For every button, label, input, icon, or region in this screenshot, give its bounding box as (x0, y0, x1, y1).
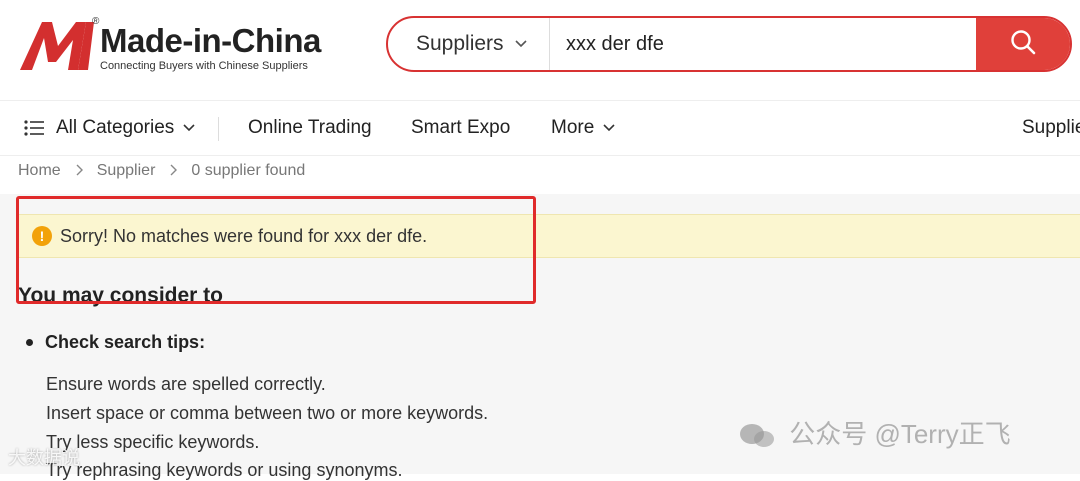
site-header: ® Made-in-China Connecting Buyers with C… (0, 0, 1080, 100)
search-tip: Insert space or comma between two or mor… (46, 403, 489, 423)
nav-all-categories-label: All Categories (56, 117, 175, 138)
bullet-icon (26, 339, 33, 346)
search-tip: Try rephrasing keywords or using synonym… (46, 460, 403, 480)
chevron-down-icon (182, 123, 196, 133)
breadcrumb-home[interactable]: Home (18, 162, 61, 180)
breadcrumb-supplier[interactable]: Supplier (97, 162, 156, 180)
search-tips-title: Check search tips: (26, 332, 205, 353)
search-bar: Suppliers (386, 16, 1072, 72)
main-nav: All Categories Online Trading Smart Expo… (0, 100, 1080, 156)
watermark-left-text: 大数据说 (8, 448, 80, 468)
site-logo[interactable]: ® Made-in-China Connecting Buyers with C… (18, 16, 328, 76)
breadcrumb: Home Supplier 0 supplier found (18, 160, 305, 182)
watermark-text: 公众号 @Terry正飞 (789, 419, 1011, 449)
nav-divider (218, 117, 219, 141)
chevron-down-icon (602, 123, 616, 133)
chevron-down-icon (514, 36, 528, 52)
wechat-icon (740, 424, 774, 448)
watermark-left: 大数据说 (8, 444, 80, 470)
search-type-label: Suppliers (416, 32, 504, 55)
nav-more[interactable]: More (551, 101, 616, 155)
nav-all-categories[interactable]: All Categories (24, 101, 196, 155)
nav-smart-expo[interactable]: Smart Expo (411, 101, 510, 155)
search-button[interactable] (976, 18, 1070, 70)
chevron-right-icon (169, 163, 178, 179)
search-input[interactable] (552, 18, 976, 70)
logo-registered-mark: ® (92, 16, 100, 27)
nav-online-trading[interactable]: Online Trading (248, 101, 372, 155)
nav-suppliers[interactable]: Supplie (1022, 101, 1080, 155)
search-tips-title-text: Check search tips: (45, 332, 206, 352)
chevron-right-icon (75, 163, 83, 179)
nav-more-label: More (551, 117, 595, 138)
search-type-select[interactable]: Suppliers (388, 18, 550, 70)
annotation-highlight-box (16, 196, 536, 304)
breadcrumb-current: 0 supplier found (191, 162, 306, 179)
search-icon (1009, 28, 1037, 61)
logo-name: Made-in-China (100, 22, 321, 59)
logo-tagline: Connecting Buyers with Chinese Suppliers (100, 60, 308, 72)
list-icon (24, 120, 46, 136)
watermark-wechat: 公众号 @Terry正飞 (738, 414, 1011, 451)
search-tip: Ensure words are spelled correctly. (46, 374, 326, 394)
logo-m-icon (20, 22, 94, 70)
